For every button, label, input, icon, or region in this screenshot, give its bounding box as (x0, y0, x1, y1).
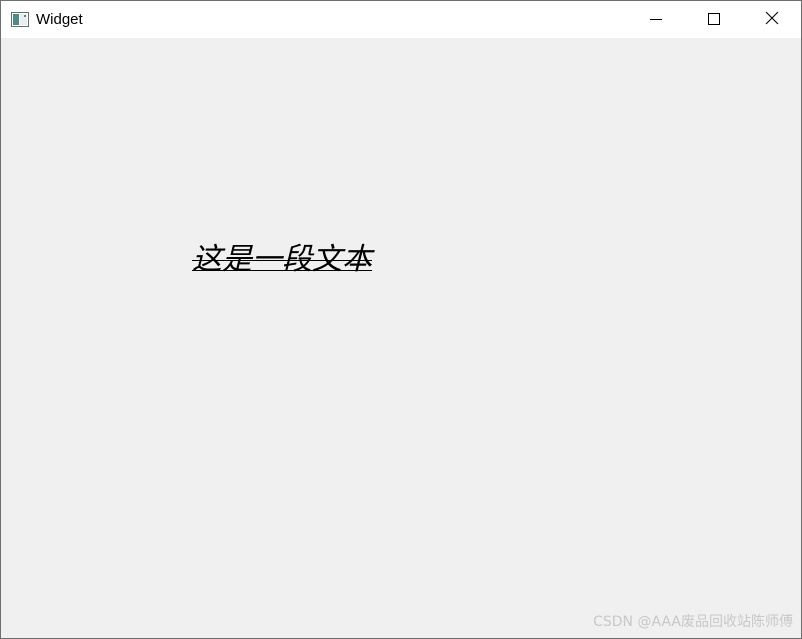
maximize-button[interactable] (685, 1, 743, 38)
close-icon (765, 10, 779, 29)
maximize-icon (708, 10, 720, 29)
title-bar[interactable]: Widget (1, 1, 801, 38)
minimize-icon (650, 10, 662, 29)
close-button[interactable] (743, 1, 801, 38)
styled-text-label: 这是一段文本 (192, 242, 372, 277)
widget-client-area: 这是一段文本 CSDN @AAA废品回收站陈师傅 (1, 38, 801, 638)
minimize-button[interactable] (627, 1, 685, 38)
window-title: Widget (36, 11, 83, 28)
application-window: Widget 这是一段文本 CSDN @AAA废品回收站陈师傅 (0, 0, 802, 639)
window-icon (11, 12, 29, 27)
watermark-text: CSDN @AAA废品回收站陈师傅 (593, 614, 793, 630)
